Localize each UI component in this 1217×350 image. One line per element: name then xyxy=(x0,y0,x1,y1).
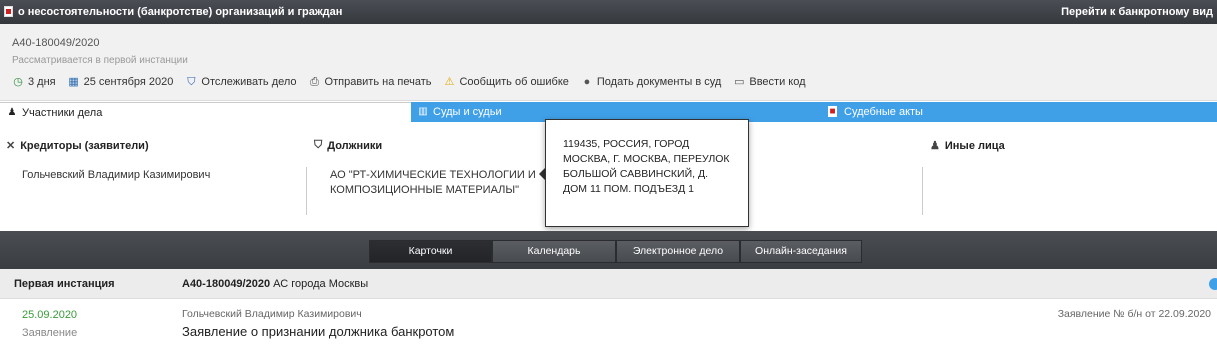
document-date: 25.09.2020 xyxy=(22,309,78,321)
document-row[interactable]: 25.09.2020 Заявление Гольчевский Владими… xyxy=(0,300,1217,350)
tab-cards[interactable]: Карточки xyxy=(369,240,492,263)
view-nav-bar: Карточки Календарь Электронное дело Онла… xyxy=(0,231,1217,269)
document-icon xyxy=(4,6,13,17)
clock-icon: ◷ xyxy=(13,76,23,88)
date-item: ▦ 25 сентября 2020 xyxy=(68,76,174,88)
shield-icon: ⛉ xyxy=(187,76,196,88)
enter-code-button[interactable]: ▭ Ввести код xyxy=(733,76,805,88)
case-actions: ◷ 3 дня ▦ 25 сентября 2020 ⛉ Отслеживать… xyxy=(12,76,818,88)
debtor-name[interactable]: АО "РТ-ХИМИЧЕСКИЕ ТЕХНОЛОГИИ И КОМПОЗИЦИ… xyxy=(330,168,540,198)
document-author: Гольчевский Владимир Казимирович xyxy=(182,308,362,320)
debtors-header: ⛉ Должники xyxy=(314,139,383,152)
instance-bar: Первая инстанция А40-180049/2020 АС горо… xyxy=(0,269,1217,299)
person-icon: ♟ xyxy=(7,107,17,118)
top-bar: о несостоятельности (банкротстве) органи… xyxy=(0,0,1217,24)
tab-calendar[interactable]: Календарь xyxy=(492,240,616,263)
days-counter: ◷ 3 дня xyxy=(13,76,56,88)
column-divider xyxy=(306,167,307,215)
document-reference: Заявление № б/н от 22.09.2020 xyxy=(1057,308,1211,320)
document-title[interactable]: Заявление о признании должника банкротом xyxy=(182,324,454,339)
category-title: о несостоятельности (банкротстве) органи… xyxy=(18,6,343,18)
instance-label: Первая инстанция xyxy=(14,278,115,290)
track-case-button[interactable]: ⛉ Отслеживать дело xyxy=(185,76,296,88)
document-icon: ■ xyxy=(828,106,837,117)
swords-icon: ✕ xyxy=(6,140,16,152)
tab-electronic-case[interactable]: Электронное дело xyxy=(616,240,740,263)
column-divider xyxy=(922,167,923,215)
document-type: Заявление xyxy=(22,327,78,339)
address-tooltip: 119435, РОССИЯ, ГОРОД МОСКВА, Г. МОСКВА,… xyxy=(545,119,749,227)
tab-online-sessions[interactable]: Онлайн-заседания xyxy=(740,240,862,263)
case-status: Рассматривается в первой инстанции xyxy=(12,55,188,66)
other-persons-header: ♟ Иные лица xyxy=(930,139,1005,153)
goto-bankruptcy-view-link[interactable]: Перейти к банкротному вид xyxy=(1061,6,1213,18)
person-icon: ♟ xyxy=(930,140,940,152)
keyboard-icon: ▭ xyxy=(734,76,745,88)
creditors-header: ✕ Кредиторы (заявители) xyxy=(6,139,149,153)
tab-court-acts[interactable]: ■ Судебные акты xyxy=(822,102,1217,122)
submit-icon: ● xyxy=(583,76,591,88)
shield-icon: ⛉ xyxy=(314,139,323,151)
expand-icon[interactable] xyxy=(1209,278,1217,290)
report-error-button[interactable]: ⚠ Сообщить об ошибке xyxy=(443,76,569,88)
creditor-name[interactable]: Гольчевский Владимир Казимирович xyxy=(22,168,210,183)
calendar-icon: ▦ xyxy=(68,76,79,88)
print-button[interactable]: ⎙ Отправить на печать xyxy=(309,76,431,88)
instance-case[interactable]: А40-180049/2020 АС города Москвы xyxy=(182,278,368,290)
case-number: А40-180049/2020 xyxy=(12,37,100,49)
building-icon: ▥ xyxy=(418,106,428,117)
warning-icon: ⚠ xyxy=(444,76,455,88)
case-header: А40-180049/2020 Рассматривается в первой… xyxy=(0,24,1217,101)
tab-participants[interactable]: ♟ Участники дела xyxy=(0,102,411,122)
submit-documents-button[interactable]: ● Подать документы в суд xyxy=(581,76,722,88)
printer-icon: ⎙ xyxy=(310,76,319,88)
